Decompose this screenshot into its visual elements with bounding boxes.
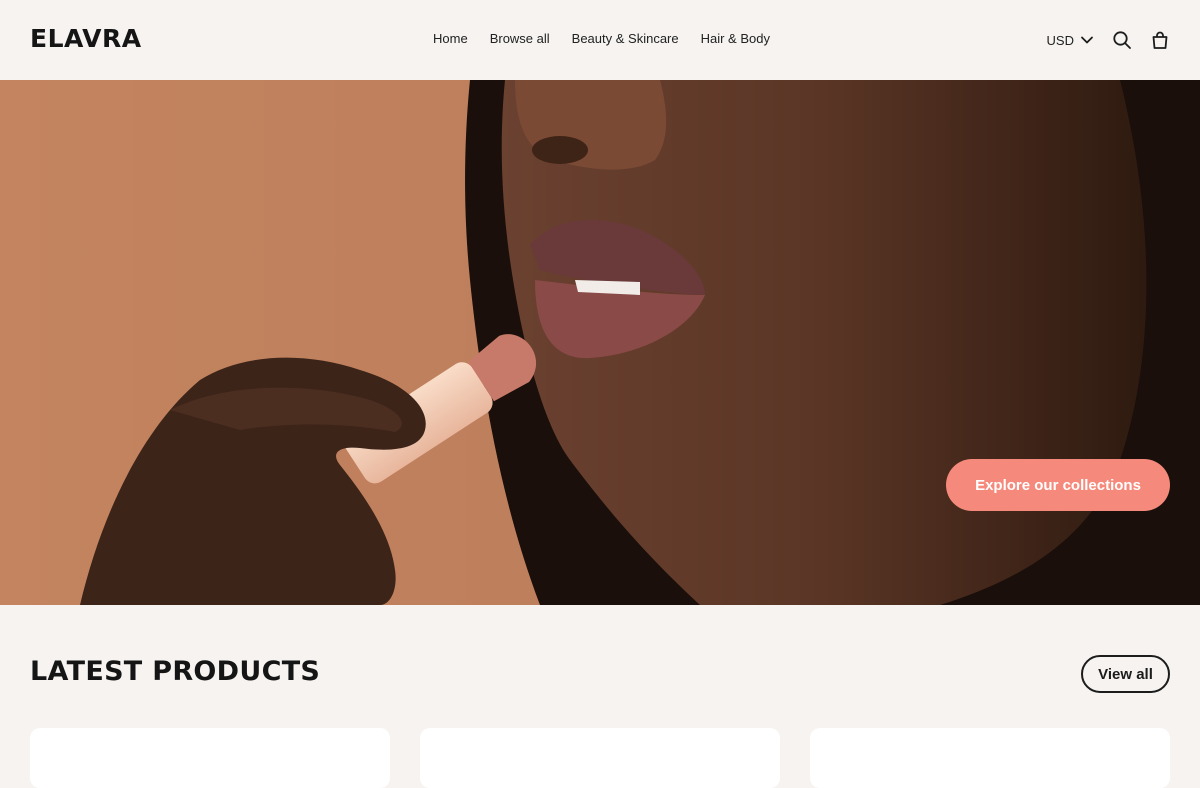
chevron-down-icon [1080,33,1094,47]
main-nav: Home Browse all Beauty & Skincare Hair &… [433,31,770,46]
header-actions: USD [1047,26,1170,54]
product-card[interactable] [810,728,1170,788]
site-header: ELAVRA Home Browse all Beauty & Skincare… [0,0,1200,80]
latest-products-title: LATEST PRODUCTS [30,656,321,687]
nav-beauty-skincare[interactable]: Beauty & Skincare [572,31,679,46]
currency-selector[interactable]: USD [1047,33,1094,48]
search-icon[interactable] [1112,30,1132,50]
explore-collections-button[interactable]: Explore our collections [946,459,1170,511]
product-grid [30,728,1170,788]
currency-label: USD [1046,32,1074,48]
product-card[interactable] [30,728,390,788]
product-card[interactable] [420,728,780,788]
nav-hair-body[interactable]: Hair & Body [701,31,770,46]
nav-home[interactable]: Home [433,31,468,46]
view-all-button[interactable]: View all [1081,655,1170,693]
site-logo[interactable]: ELAVRA [30,24,142,53]
nav-browse-all[interactable]: Browse all [490,31,550,46]
hero-image [0,80,1200,605]
hero-banner: Explore our collections [0,80,1200,605]
shopping-bag-icon[interactable] [1150,30,1170,50]
